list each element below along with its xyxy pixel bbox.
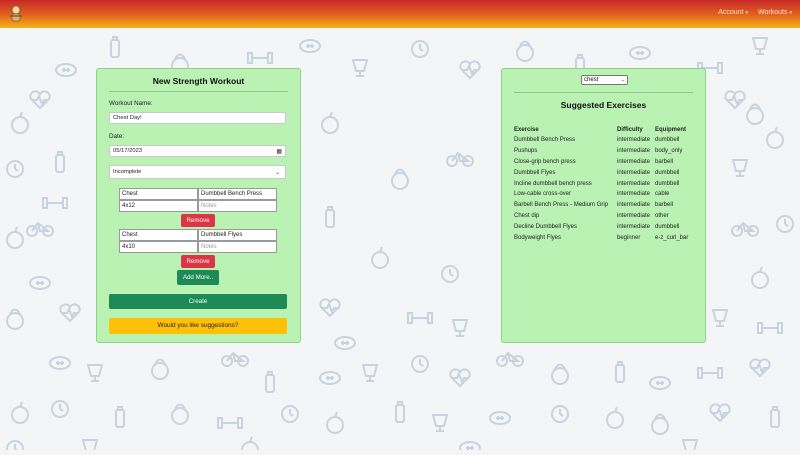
date-value: 05/17/2023 bbox=[113, 148, 143, 154]
difficulty-cell: intermediate bbox=[617, 169, 651, 176]
account-menu[interactable]: Account ▾ bbox=[718, 9, 748, 16]
header-equipment: Equipment bbox=[655, 126, 686, 133]
difficulty-cell: intermediate bbox=[617, 137, 651, 144]
exercise-cell: Bodyweight Flyes bbox=[514, 234, 562, 241]
exercise-cell: Low-cable cross-over bbox=[514, 191, 572, 198]
exercise-cell: Pushups bbox=[514, 148, 538, 155]
exercise-value-2: Dumbbell Flyes bbox=[201, 232, 243, 238]
notes-field-2[interactable]: Notes bbox=[198, 241, 277, 253]
muscle-field-2[interactable]: Chest bbox=[119, 229, 198, 241]
top-navbar: Account ▾ Workouts ▾ bbox=[0, 0, 800, 28]
exercise-cell: Incline dumbbell bench press bbox=[514, 180, 592, 187]
muscle-field-1[interactable]: Chest bbox=[119, 188, 198, 200]
equipment-cell: barbell bbox=[655, 202, 674, 209]
date-label: Date: bbox=[109, 133, 125, 140]
equipment-cell: cable bbox=[655, 191, 670, 198]
exercise-cell: Dumbbell Flyes bbox=[514, 169, 556, 176]
chevron-down-icon: ▾ bbox=[789, 10, 792, 16]
notes-field-1[interactable]: Notes bbox=[198, 200, 277, 212]
status-select[interactable]: Incomplete ⌄ bbox=[109, 165, 286, 179]
notes-placeholder-2: Notes bbox=[201, 244, 217, 250]
muscle-value-2: Chest bbox=[122, 232, 138, 238]
suggestions-title: Suggested Exercises bbox=[560, 100, 647, 110]
account-menu-label: Account bbox=[718, 9, 744, 16]
equipment-cell: dumbbell bbox=[655, 169, 680, 176]
table-row[interactable]: Pushups intermediate body_only bbox=[514, 146, 695, 157]
calendar-icon[interactable]: ▦ bbox=[276, 147, 282, 157]
suggested-exercises-card: chest ⌄ Suggested Exercises Exercise Dif… bbox=[501, 68, 706, 343]
table-row[interactable]: Dumbbell Flyes intermediate dumbbell bbox=[514, 167, 695, 178]
workouts-menu[interactable]: Workouts ▾ bbox=[758, 9, 792, 16]
workout-name-label: Workout Name: bbox=[109, 100, 153, 107]
suggestions-button[interactable]: Would you like suggestions? bbox=[109, 318, 287, 334]
muscle-value-1: Chest bbox=[122, 191, 138, 197]
muscle-filter-value: chest bbox=[584, 77, 599, 83]
difficulty-cell: intermediate bbox=[617, 223, 651, 230]
remove-button-1[interactable]: Remove bbox=[181, 214, 215, 227]
sets-value-1: 4x12 bbox=[122, 203, 136, 209]
exercise-cell: Dumbbell Bench Press bbox=[514, 137, 576, 144]
form-title: New Strength Workout bbox=[152, 76, 245, 86]
equipment-cell: e-z_curl_bar bbox=[655, 234, 689, 241]
equipment-cell: dumbbell bbox=[655, 137, 680, 144]
difficulty-cell: intermediate bbox=[617, 180, 651, 187]
equipment-cell: dumbbell bbox=[655, 223, 680, 230]
status-value: Incomplete bbox=[113, 169, 142, 175]
table-header-row: Exercise Difficulty Equipment bbox=[514, 124, 695, 135]
table-row[interactable]: Chest dip intermediate other bbox=[514, 211, 695, 222]
table-row[interactable]: Low-cable cross-over intermediate cable bbox=[514, 189, 695, 200]
logo-icon[interactable] bbox=[8, 5, 24, 23]
difficulty-cell: intermediate bbox=[617, 158, 651, 165]
sets-value-2: 4x10 bbox=[122, 244, 136, 250]
title-divider bbox=[109, 91, 288, 92]
notes-placeholder-1: Notes bbox=[201, 203, 217, 209]
exercise-field-1[interactable]: Dumbbell Bench Press bbox=[198, 188, 277, 200]
header-difficulty: Difficulty bbox=[617, 126, 643, 133]
exercise-cell: Decline Dumbbell Flyes bbox=[514, 223, 578, 230]
suggestions-table: Exercise Difficulty Equipment Dumbbell B… bbox=[514, 124, 695, 243]
exercise-cell: Barbell Bench Press - Medium Grip bbox=[514, 202, 609, 209]
remove-button-2[interactable]: Remove bbox=[181, 255, 215, 268]
exercise-field-2[interactable]: Dumbbell Flyes bbox=[198, 229, 277, 241]
table-row[interactable]: Dumbbell Bench Press intermediate dumbbe… bbox=[514, 135, 695, 146]
exercise-cell: Close-grip bench press bbox=[514, 158, 576, 165]
workouts-menu-label: Workouts bbox=[758, 9, 788, 16]
equipment-cell: barbell bbox=[655, 158, 674, 165]
table-row[interactable]: Barbell Bench Press - Medium Grip interm… bbox=[514, 200, 695, 211]
filter-divider bbox=[514, 92, 693, 93]
exercise-value-1: Dumbbell Bench Press bbox=[201, 191, 263, 197]
create-button[interactable]: Create bbox=[109, 294, 287, 309]
difficulty-cell: intermediate bbox=[617, 148, 651, 155]
chevron-down-icon: ▾ bbox=[745, 10, 749, 16]
table-row[interactable]: Bodyweight Flyes beginner e-z_curl_bar bbox=[514, 232, 695, 243]
sets-field-2[interactable]: 4x10 bbox=[119, 241, 198, 253]
difficulty-cell: intermediate bbox=[617, 212, 651, 219]
table-row[interactable]: Close-grip bench press intermediate barb… bbox=[514, 157, 695, 168]
muscle-filter-select[interactable]: chest ⌄ bbox=[581, 75, 628, 85]
add-more-button[interactable]: Add More.. bbox=[177, 270, 219, 285]
difficulty-cell: intermediate bbox=[617, 202, 651, 209]
exercise-cell: Chest dip bbox=[514, 212, 540, 219]
chevron-down-icon: ⌄ bbox=[274, 170, 280, 176]
equipment-cell: dumbbell bbox=[655, 180, 680, 187]
header-exercise: Exercise bbox=[514, 126, 539, 133]
table-row[interactable]: Decline Dumbbell Flyes intermediate dumb… bbox=[514, 221, 695, 232]
workout-name-value: Chest Day! bbox=[113, 115, 142, 121]
difficulty-cell: beginner bbox=[617, 234, 641, 241]
new-workout-card: New Strength Workout Workout Name: Chest… bbox=[96, 68, 301, 343]
equipment-cell: other bbox=[655, 212, 669, 219]
workout-name-input[interactable]: Chest Day! bbox=[109, 112, 286, 124]
sets-field-1[interactable]: 4x12 bbox=[119, 200, 198, 212]
chevron-down-icon: ⌄ bbox=[620, 77, 625, 83]
equipment-cell: body_only bbox=[655, 148, 683, 155]
date-input[interactable]: 05/17/2023 ▦ bbox=[109, 145, 286, 157]
difficulty-cell: intermediate bbox=[617, 191, 651, 198]
table-row[interactable]: Incline dumbbell bench press intermediat… bbox=[514, 178, 695, 189]
